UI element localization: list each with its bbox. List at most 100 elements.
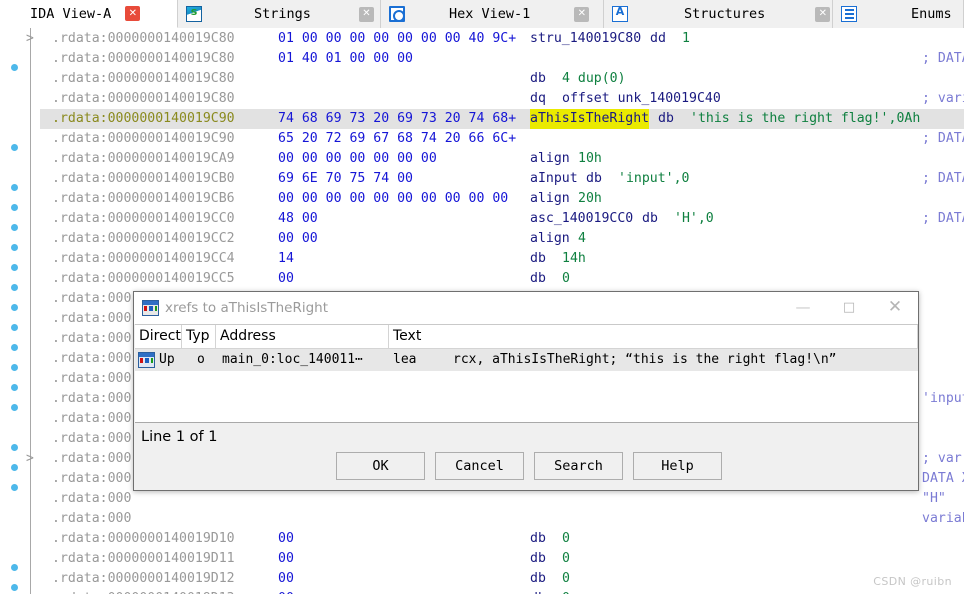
tab-hex-view-1[interactable]: Hex View-1 ✕ bbox=[381, 0, 604, 28]
line-address: .rdata:000 bbox=[52, 331, 132, 346]
maximize-button[interactable]: □ bbox=[826, 292, 872, 323]
ok-button[interactable]: OK bbox=[336, 452, 425, 480]
breakpoint-dot[interactable] bbox=[11, 304, 18, 311]
line-bytes: 01 00 00 00 00 00 00 00 40 9C+ bbox=[278, 31, 517, 46]
breakpoint-dot[interactable] bbox=[11, 204, 18, 211]
line-address: .rdata:000 bbox=[52, 511, 132, 526]
column-header-text[interactable]: Text bbox=[389, 325, 918, 348]
search-button[interactable]: Search bbox=[534, 452, 623, 480]
line-address: .rdata:0000000140019C90 bbox=[52, 111, 235, 126]
breakpoint-dot[interactable] bbox=[11, 184, 18, 191]
disasm-line[interactable]: .rdata:0000000140019C80 01 40 01 00 00 00… bbox=[40, 49, 964, 69]
disasm-line[interactable]: .rdata:0000000140019CC4 14 db 14h bbox=[40, 249, 964, 269]
breakpoint-dot[interactable] bbox=[11, 404, 18, 411]
breakpoint-dot[interactable] bbox=[11, 244, 18, 251]
mnemonic: db bbox=[530, 589, 546, 594]
tab-close-icon-ida-view-a[interactable]: ✕ bbox=[125, 6, 141, 21]
mnemonic: db bbox=[586, 171, 602, 186]
tab-bar: IDA View-A ✕ Strings ✕ Hex View-1 ✕ Stru… bbox=[0, 0, 964, 28]
breakpoint-dot[interactable] bbox=[11, 344, 18, 351]
mnemonic: db bbox=[530, 251, 546, 266]
column-header-address[interactable]: Address bbox=[216, 325, 389, 348]
operand: 'this is the right flag!',0Ah bbox=[690, 111, 921, 126]
breakpoint-dot[interactable] bbox=[11, 224, 18, 231]
expand-chevron-icon[interactable]: > bbox=[26, 29, 34, 49]
operand: 0 bbox=[562, 531, 570, 546]
disasm-line[interactable]: .rdata:0000000140019CB6 00 00 00 00 00 00… bbox=[40, 189, 964, 209]
breakpoint-gutter[interactable] bbox=[0, 28, 30, 594]
operand: 20h bbox=[578, 191, 602, 206]
tab-structures[interactable]: Structures ✕ bbox=[604, 0, 833, 28]
line-address: .rdata:0000000140019D13 bbox=[52, 589, 235, 594]
table-row[interactable]: Up o main_0:loc_140011⋯ lea rcx, aThisIs… bbox=[135, 349, 918, 371]
disasm-line[interactable]: .rdata:0000000140019CC2 00 00 align 4 bbox=[40, 229, 964, 249]
line-address: .rdata:000 bbox=[52, 371, 132, 386]
disasm-line[interactable]: .rdata:0000000140019CB0 69 6E 70 75 74 00… bbox=[40, 169, 964, 189]
cell-direction: Up bbox=[159, 352, 175, 367]
line-bytes: 00 bbox=[278, 531, 294, 546]
column-header-typ[interactable]: Typ bbox=[182, 325, 216, 348]
mnemonic: db bbox=[530, 71, 546, 86]
expand-chevron-icon[interactable]: > bbox=[26, 449, 34, 469]
ida-view-icon bbox=[8, 6, 24, 22]
symbol-name[interactable]: aInput bbox=[530, 169, 578, 189]
breakpoint-dot[interactable] bbox=[11, 484, 18, 491]
tab-close-icon-structures[interactable]: ✕ bbox=[815, 6, 831, 22]
column-header-direct[interactable]: Direct bbox=[135, 325, 182, 348]
line-bytes: 14 bbox=[278, 251, 294, 266]
line-comment: DATA X bbox=[922, 471, 964, 486]
disasm-line[interactable]: .rdata:0000000140019C90 65 20 72 69 67 68… bbox=[40, 129, 964, 149]
disasm-line[interactable]: .rdata:0000000140019D11 00 db 0 bbox=[40, 549, 964, 569]
tab-close-icon-hex-view-1[interactable]: ✕ bbox=[574, 6, 590, 22]
line-bytes: 00 00 00 00 00 00 00 00 00 00 bbox=[278, 191, 509, 206]
disasm-line[interactable]: .rdata:0000000140019D12 00 db 0 bbox=[40, 569, 964, 589]
breakpoint-dot[interactable] bbox=[11, 564, 18, 571]
operand: 14h bbox=[562, 251, 586, 266]
line-address: .rdata:0000000140019D12 bbox=[52, 571, 235, 586]
tab-enums[interactable]: Enums bbox=[833, 0, 964, 28]
tab-ida-view-a[interactable]: IDA View-A ✕ bbox=[0, 0, 178, 28]
disasm-line[interactable]: .rdata:000 variab bbox=[40, 509, 964, 529]
symbol-name[interactable]: asc_140019CC0 bbox=[530, 209, 633, 229]
breakpoint-dot[interactable] bbox=[11, 264, 18, 271]
disasm-line[interactable]: .rdata:0000000140019C80 db 4 dup(0) bbox=[40, 69, 964, 89]
breakpoint-dot[interactable] bbox=[11, 584, 18, 591]
tab-close-icon-strings[interactable]: ✕ bbox=[358, 6, 374, 22]
breakpoint-dot[interactable] bbox=[11, 324, 18, 331]
breakpoint-dot[interactable] bbox=[11, 384, 18, 391]
operand: 4 dup(0) bbox=[562, 71, 626, 86]
help-button[interactable]: Help bbox=[633, 452, 722, 480]
operand: 0 bbox=[562, 551, 570, 566]
breakpoint-dot[interactable] bbox=[11, 464, 18, 471]
breakpoint-dot[interactable] bbox=[11, 364, 18, 371]
disasm-line[interactable]: .rdata:0000000140019D10 00 db 0 bbox=[40, 529, 964, 549]
line-address: .rdata:000 bbox=[52, 351, 132, 366]
disasm-line[interactable]: .rdata:0000000140019D13 00 db 0 bbox=[40, 589, 964, 594]
operand: 0 bbox=[562, 589, 570, 594]
line-comment: 'input bbox=[922, 391, 964, 406]
disasm-line[interactable]: .rdata:0000000140019CC0 48 00 asc_140019CC… bbox=[40, 209, 964, 229]
breakpoint-dot[interactable] bbox=[11, 144, 18, 151]
minimize-button[interactable]: — bbox=[780, 292, 826, 323]
disasm-line[interactable]: .rdata:0000000140019CA9 00 00 00 00 00 00… bbox=[40, 149, 964, 169]
arrow-column bbox=[30, 28, 40, 594]
dialog-title-bar[interactable]: xrefs to aThisIsTheRight — □ ✕ bbox=[134, 292, 918, 324]
breakpoint-dot[interactable] bbox=[11, 284, 18, 291]
line-address: .rdata:000 bbox=[52, 431, 132, 446]
symbol-name[interactable]: stru_140019C80 bbox=[530, 29, 641, 49]
disasm-line[interactable]: .rdata:0000000140019C90 74 68 69 73 20 69… bbox=[40, 109, 964, 129]
tab-strings[interactable]: Strings ✕ bbox=[178, 0, 381, 28]
operand: 0 bbox=[562, 571, 570, 586]
cancel-button[interactable]: Cancel bbox=[435, 452, 524, 480]
symbol-name[interactable]: aThisIsTheRight bbox=[530, 109, 650, 129]
disasm-line[interactable]: .rdata:0000000140019CC5 00 db 0 bbox=[40, 269, 964, 289]
breakpoint-dot[interactable] bbox=[11, 444, 18, 451]
close-button[interactable]: ✕ bbox=[872, 292, 918, 323]
xrefs-table[interactable]: Direct Typ Address Text Up o main_0:loc_140… bbox=[135, 324, 918, 422]
disasm-line[interactable]: .rdata:0000000140019C80 dq offset unk_1400… bbox=[40, 89, 964, 109]
cell-address: main_0:loc_140011⋯ bbox=[222, 352, 363, 367]
breakpoint-dot[interactable] bbox=[11, 64, 18, 71]
xrefs-dialog[interactable]: xrefs to aThisIsTheRight — □ ✕ Direct Typ… bbox=[133, 291, 919, 491]
mnemonic: db bbox=[530, 571, 546, 586]
disasm-line[interactable]: > .rdata:0000000140019C80 01 00 00 00 00 0… bbox=[26, 29, 964, 49]
